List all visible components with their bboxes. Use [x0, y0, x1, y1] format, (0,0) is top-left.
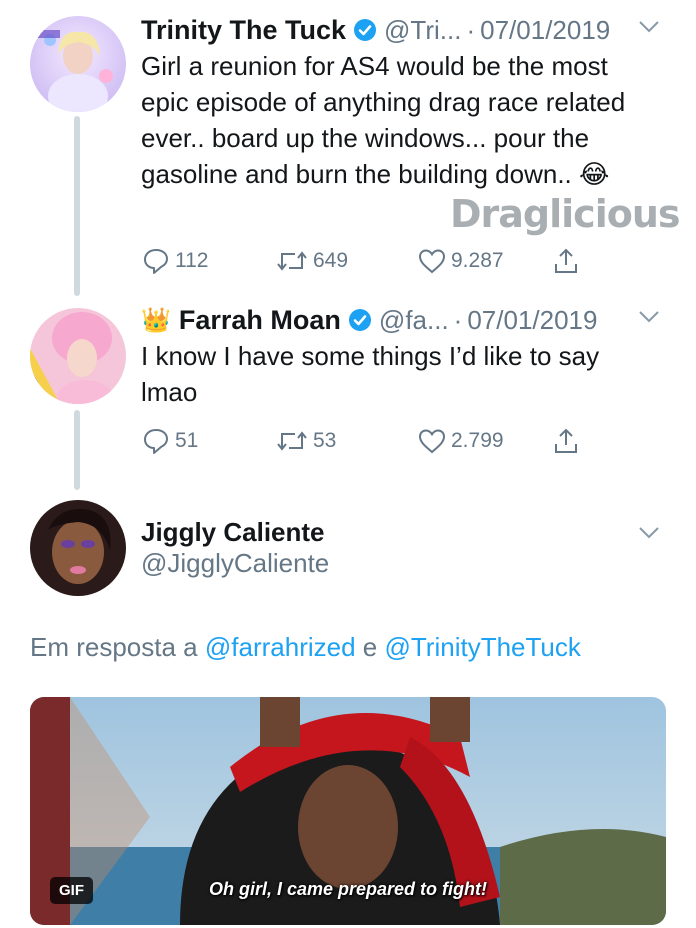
- gif-media[interactable]: GIF Oh girl, I came prepared to fight!: [30, 697, 666, 925]
- reply-icon: [144, 429, 168, 454]
- reply-icon: [144, 249, 168, 274]
- handle[interactable]: @Tri...: [384, 15, 461, 46]
- tweet-text: Girl a reunion for AS4 would be the most…: [141, 51, 626, 189]
- retweet-icon: [277, 431, 307, 451]
- like-button[interactable]: 2.799: [417, 426, 504, 456]
- verified-badge-icon: [348, 309, 371, 331]
- display-name[interactable]: Trinity The Tuck: [141, 15, 346, 46]
- avatar[interactable]: [30, 500, 126, 596]
- reply-count: 112: [175, 249, 209, 272]
- share-icon: [555, 248, 577, 273]
- chevron-down-icon[interactable]: [638, 20, 660, 34]
- display-name[interactable]: Jiggly Caliente: [141, 517, 325, 548]
- handle[interactable]: @fa...: [379, 305, 449, 336]
- like-icon: [418, 429, 446, 454]
- share-icon: [555, 428, 577, 453]
- chevron-down-icon[interactable]: [638, 310, 660, 324]
- thread-line: [74, 116, 80, 296]
- retweet-count: 649: [313, 249, 349, 272]
- retweet-count: 53: [313, 429, 337, 452]
- gif-caption: Oh girl, I came prepared to fight!: [208, 879, 488, 899]
- separator: ·: [466, 14, 476, 45]
- thread-line: [74, 410, 80, 490]
- like-count: 2.799: [451, 429, 504, 452]
- chevron-down-icon[interactable]: [638, 526, 660, 540]
- timestamp[interactable]: 07/01/2019: [480, 15, 610, 46]
- tweet-actions: 51 53 2.799: [141, 426, 601, 460]
- handle[interactable]: @JigglyCaliente: [141, 548, 329, 579]
- share-button[interactable]: [551, 426, 585, 456]
- tweet-header: 👑 Farrah Moan @fa... · 07/01/2019: [141, 300, 660, 340]
- tweet-actions: 112 649 9.287: [141, 246, 601, 280]
- reply-connector: e: [362, 632, 378, 662]
- reply-prefix: Em resposta a: [30, 632, 198, 662]
- tweet-header: Jiggly Caliente: [141, 512, 660, 552]
- like-button[interactable]: 9.287: [417, 246, 504, 276]
- mention-link[interactable]: @TrinityTheTuck: [384, 632, 580, 662]
- crown-emoji: 👑: [141, 306, 171, 334]
- display-name[interactable]: Farrah Moan: [179, 305, 341, 336]
- like-icon: [418, 249, 446, 274]
- separator: ·: [453, 304, 463, 335]
- retweet-icon: [277, 251, 307, 271]
- tweet-farrah[interactable]: 👑 Farrah Moan @fa... · 07/01/2019 I know…: [0, 300, 696, 490]
- retweet-button[interactable]: 53: [275, 426, 336, 456]
- tweet-trinity[interactable]: Trinity The Tuck @Tri... · 07/01/2019 Gi…: [0, 10, 696, 296]
- tweet-header: Trinity The Tuck @Tri... · 07/01/2019: [141, 10, 660, 50]
- tweet-text: I know I have some things I’d like to sa…: [141, 341, 600, 407]
- retweet-button[interactable]: 649: [275, 246, 348, 276]
- like-count: 9.287: [451, 249, 504, 272]
- reply-button[interactable]: 51: [141, 426, 198, 456]
- share-button[interactable]: [551, 246, 585, 276]
- reply-count: 51: [175, 429, 199, 452]
- verified-badge-icon: [354, 19, 377, 41]
- reply-button[interactable]: 112: [141, 246, 208, 276]
- tweet-jiggly[interactable]: Jiggly Caliente @JigglyCaliente: [0, 500, 696, 610]
- avatar[interactable]: [30, 16, 126, 112]
- mention-link[interactable]: @farrahrized: [205, 632, 356, 662]
- timestamp[interactable]: 07/01/2019: [467, 305, 597, 336]
- avatar[interactable]: [30, 308, 126, 404]
- reply-context: Em resposta a @farrahrized e @TrinityThe…: [30, 632, 581, 663]
